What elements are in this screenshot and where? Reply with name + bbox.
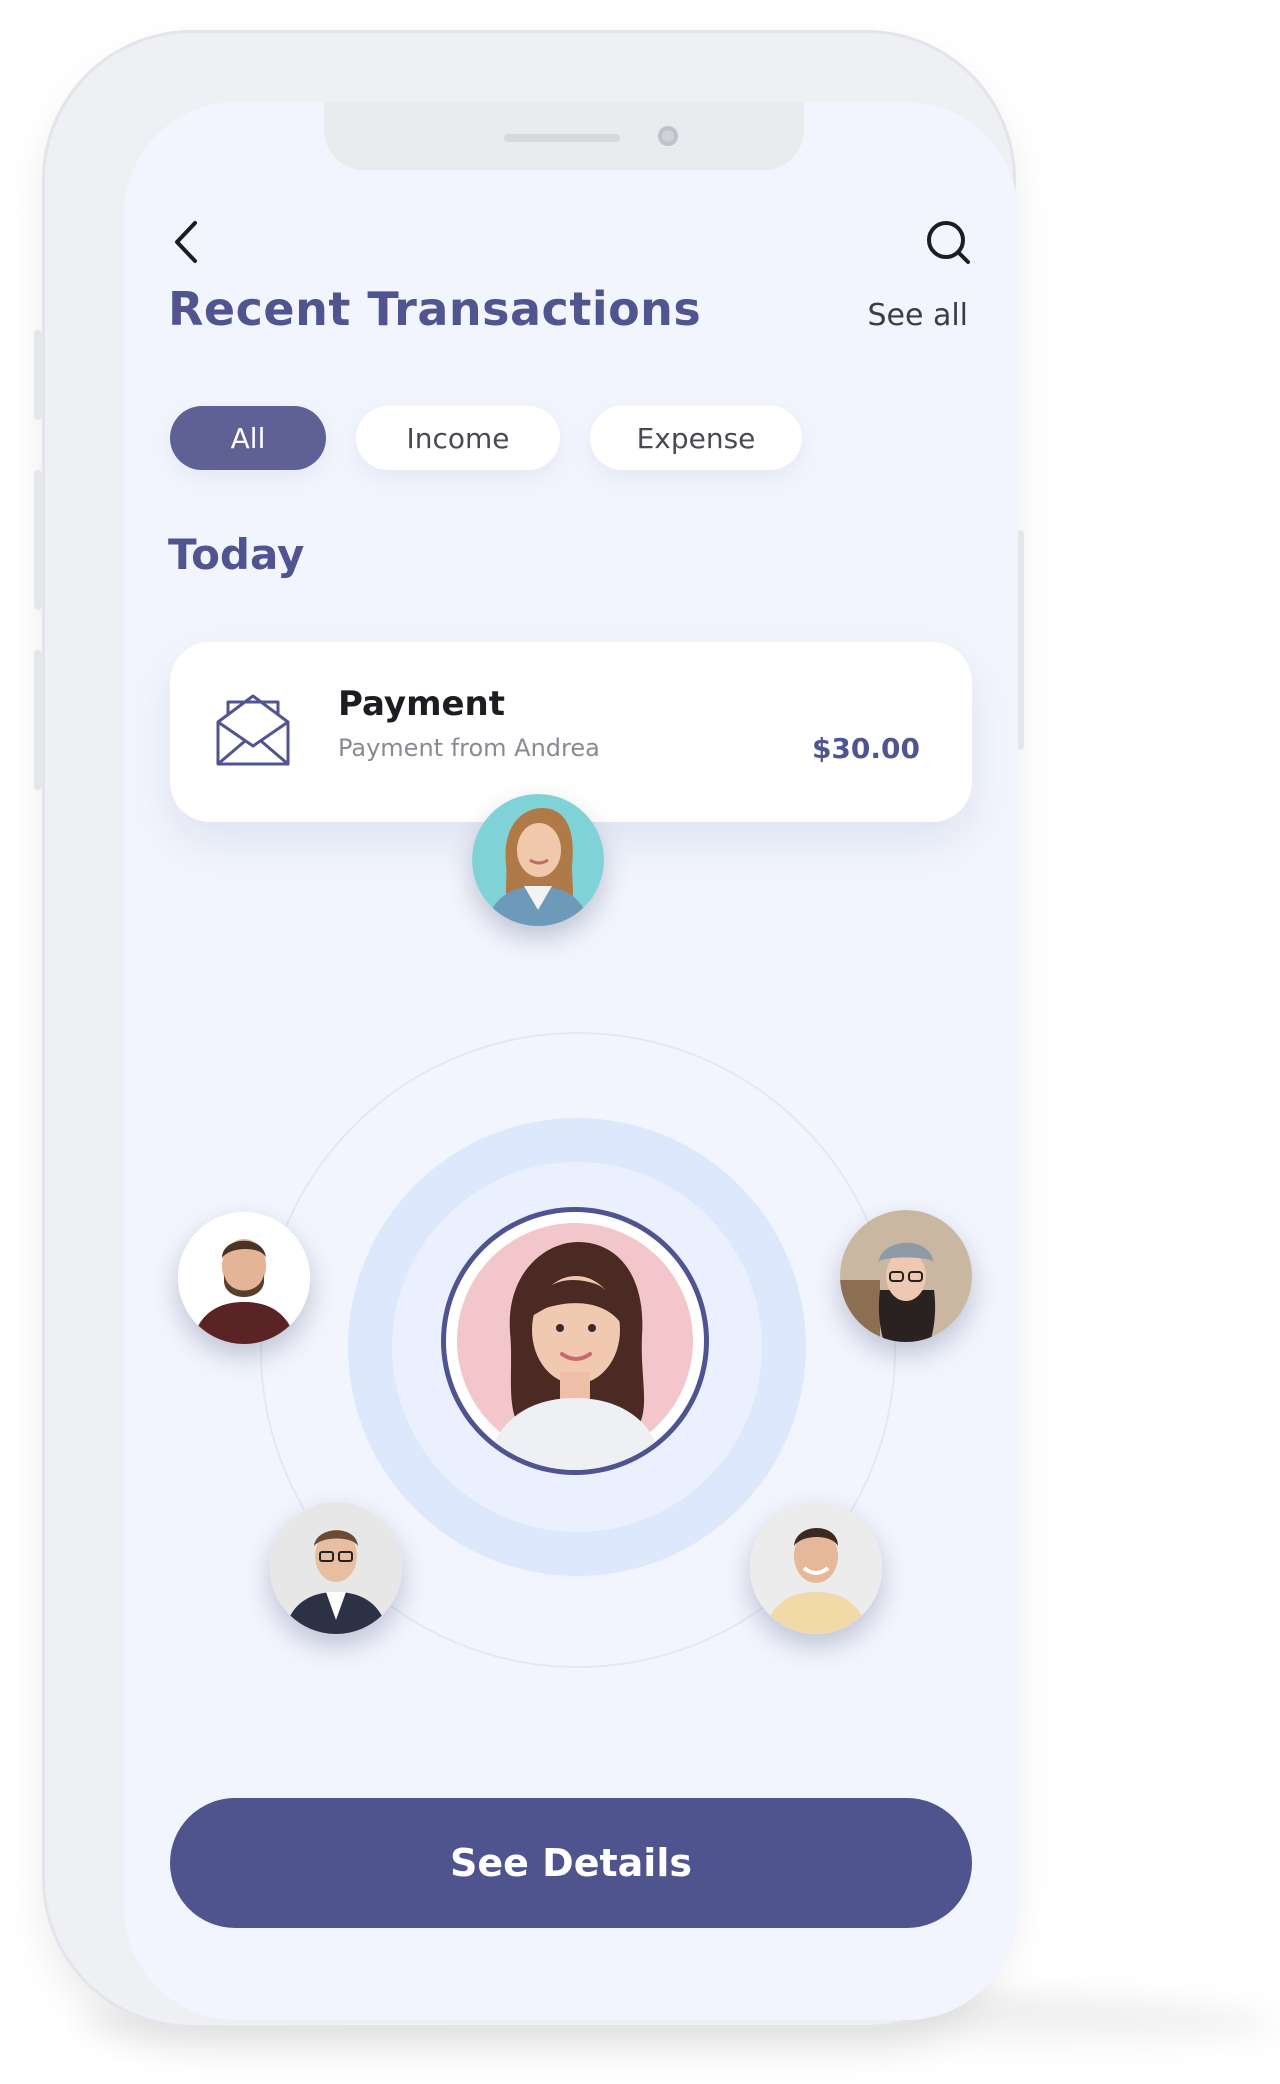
envelope-icon xyxy=(216,694,290,766)
avatar-man-bottom-left[interactable] xyxy=(270,1502,402,1634)
transaction-card[interactable]: Payment Payment from Andrea $30.00 xyxy=(170,642,972,822)
speaker xyxy=(504,134,620,142)
search-icon xyxy=(927,221,970,264)
filter-chip-expense[interactable]: Expense xyxy=(590,406,802,470)
search-button[interactable] xyxy=(920,214,976,270)
back-button[interactable] xyxy=(158,214,214,270)
avatar-woman-center[interactable] xyxy=(446,1212,704,1470)
volume-up-button xyxy=(34,470,42,610)
avatar-man-bottom-right-image xyxy=(750,1502,882,1634)
avatar-man-left[interactable] xyxy=(178,1212,310,1344)
avatar-man-bottom-right[interactable] xyxy=(750,1502,882,1634)
volume-down-button xyxy=(34,650,42,790)
avatar-woman-center-image xyxy=(457,1223,693,1470)
transaction-title: Payment xyxy=(338,684,506,724)
avatar-man-left-image xyxy=(178,1212,310,1344)
phone-screen: Recent Transactions See all All Income E… xyxy=(124,102,1018,2020)
see-all-link[interactable]: See all xyxy=(867,298,968,333)
see-details-button[interactable]: See Details xyxy=(170,1798,972,1928)
transaction-amount: $30.00 xyxy=(811,732,920,765)
avatar-man-bottom-left-image xyxy=(270,1502,402,1634)
transaction-subtitle: Payment from Andrea xyxy=(338,734,600,762)
section-title-today: Today xyxy=(168,530,305,579)
chevron-left-icon xyxy=(175,221,197,263)
avatar-woman-top-image xyxy=(472,794,604,926)
avatar-woman-top[interactable] xyxy=(472,794,604,926)
avatar-woman-right-image xyxy=(840,1210,972,1342)
phone-frame: Recent Transactions See all All Income E… xyxy=(34,30,1024,2028)
page-title: Recent Transactions xyxy=(168,282,702,336)
mute-switch xyxy=(34,330,42,420)
filter-chip-all[interactable]: All xyxy=(170,406,326,470)
front-camera xyxy=(658,126,678,146)
avatar-woman-right[interactable] xyxy=(840,1210,972,1342)
filter-chip-income[interactable]: Income xyxy=(356,406,560,470)
